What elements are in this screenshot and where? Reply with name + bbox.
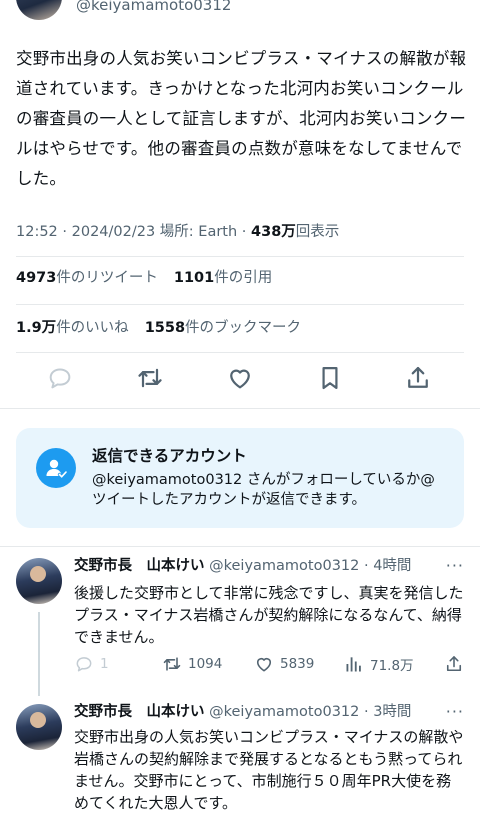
reply-icon[interactable]: [46, 364, 74, 392]
divider: [16, 304, 464, 305]
tweet-timestamp-location[interactable]: 12:52 · 2024/02/23 場所: Earth ·: [16, 224, 251, 240]
like-button[interactable]: 5839: [254, 652, 314, 676]
retweets-stat[interactable]: 4973件のリツイート: [16, 270, 158, 286]
quotes-label: 件の引用: [214, 270, 273, 286]
bookmarks-label: 件のブックマーク: [185, 320, 302, 336]
reply-author-handle[interactable]: @keiyamamoto0312: [209, 704, 359, 720]
retweets-label: 件のリツイート: [56, 270, 158, 286]
likes-stat[interactable]: 1.9万件のいいね: [16, 320, 129, 336]
likes-count: 1.9万: [16, 320, 57, 336]
analytics-icon: [346, 657, 361, 672]
user-check-icon: [36, 448, 76, 488]
tweet-action-bar: [16, 360, 464, 396]
reply-restriction-card: 返信できるアカウント @keiyamamoto0312 さんがフォローしているか…: [16, 428, 464, 528]
reply-restriction-description: @keiyamamoto0312 さんがフォローしているか@ツイートしたアカウン…: [92, 472, 435, 508]
views-label: 回表示: [295, 224, 340, 240]
share-icon[interactable]: [404, 364, 432, 392]
quotes-count: 1101: [173, 270, 215, 286]
more-options-icon[interactable]: ···: [446, 556, 464, 575]
stats-row-2: 1.9万件のいいね 1558件のブックマーク: [16, 318, 301, 338]
author-avatar[interactable]: [16, 0, 62, 20]
views-count: 438万: [251, 224, 296, 240]
reply-button[interactable]: 1: [74, 652, 109, 676]
reply-count: 1: [100, 656, 109, 672]
author-handle[interactable]: @keiyamamoto0312: [76, 0, 231, 14]
reply-icon: [76, 657, 92, 672]
likes-label: 件のいいね: [56, 320, 129, 336]
retweet-button[interactable]: 1094: [162, 652, 222, 676]
like-icon: [256, 657, 272, 672]
views-button[interactable]: 71.8万: [344, 652, 414, 676]
share-button[interactable]: [444, 652, 464, 676]
retweets-count: 4973: [16, 270, 57, 286]
bookmark-icon[interactable]: [316, 364, 344, 392]
reply-avatar[interactable]: [16, 558, 62, 604]
reply-author-handle[interactable]: @keiyamamoto0312: [209, 558, 359, 574]
divider: [16, 352, 464, 353]
reply-text: 交野市出身の人気お笑いコンビプラス・マイナスの解散や岩橋さんの契約解除まで発展す…: [74, 728, 464, 812]
reply-time[interactable]: · 4時間: [364, 558, 411, 574]
reply-action-bar: 1 1094 5839 71.8万: [74, 652, 464, 676]
views-count: 71.8万: [370, 658, 414, 674]
bookmarks-count: 1558: [144, 320, 186, 336]
reply-header: 交野市長 山本けい @keiyamamoto0312 · 3時間: [74, 702, 411, 722]
retweet-count: 1094: [188, 656, 223, 672]
thread-connector-line: [38, 612, 40, 696]
reply-author-name[interactable]: 交野市長 山本けい: [74, 704, 205, 720]
bookmarks-stat[interactable]: 1558件のブックマーク: [145, 320, 301, 336]
stats-row-1: 4973件のリツイート 1101件の引用: [16, 268, 272, 288]
reply-time[interactable]: · 3時間: [364, 704, 411, 720]
tweet-meta: 12:52 · 2024/02/23 場所: Earth · 438万回表示: [16, 222, 339, 242]
retweet-icon: [163, 657, 181, 671]
retweet-icon[interactable]: [136, 364, 164, 392]
share-icon: [446, 656, 462, 672]
more-options-icon[interactable]: ···: [446, 702, 464, 721]
like-icon[interactable]: [226, 364, 254, 392]
reply-restriction-title: 返信できるアカウント: [92, 447, 247, 465]
divider: [0, 408, 480, 409]
tweet-text: 交野市出身の人気お笑いコンビプラス・マイナスの解散が報道されています。きっかけと…: [16, 49, 467, 188]
reply-text: 後援した交野市として非常に残念ですし、真実を発信したプラス・マイナス岩橋さんが契…: [74, 584, 464, 646]
like-count: 5839: [280, 656, 315, 672]
reply-author-name[interactable]: 交野市長 山本けい: [74, 558, 205, 574]
quotes-stat[interactable]: 1101件の引用: [174, 270, 272, 286]
reply-avatar[interactable]: [16, 704, 62, 750]
reply-header: 交野市長 山本けい @keiyamamoto0312 · 4時間: [74, 556, 411, 576]
divider: [16, 256, 464, 257]
divider: [0, 546, 480, 547]
